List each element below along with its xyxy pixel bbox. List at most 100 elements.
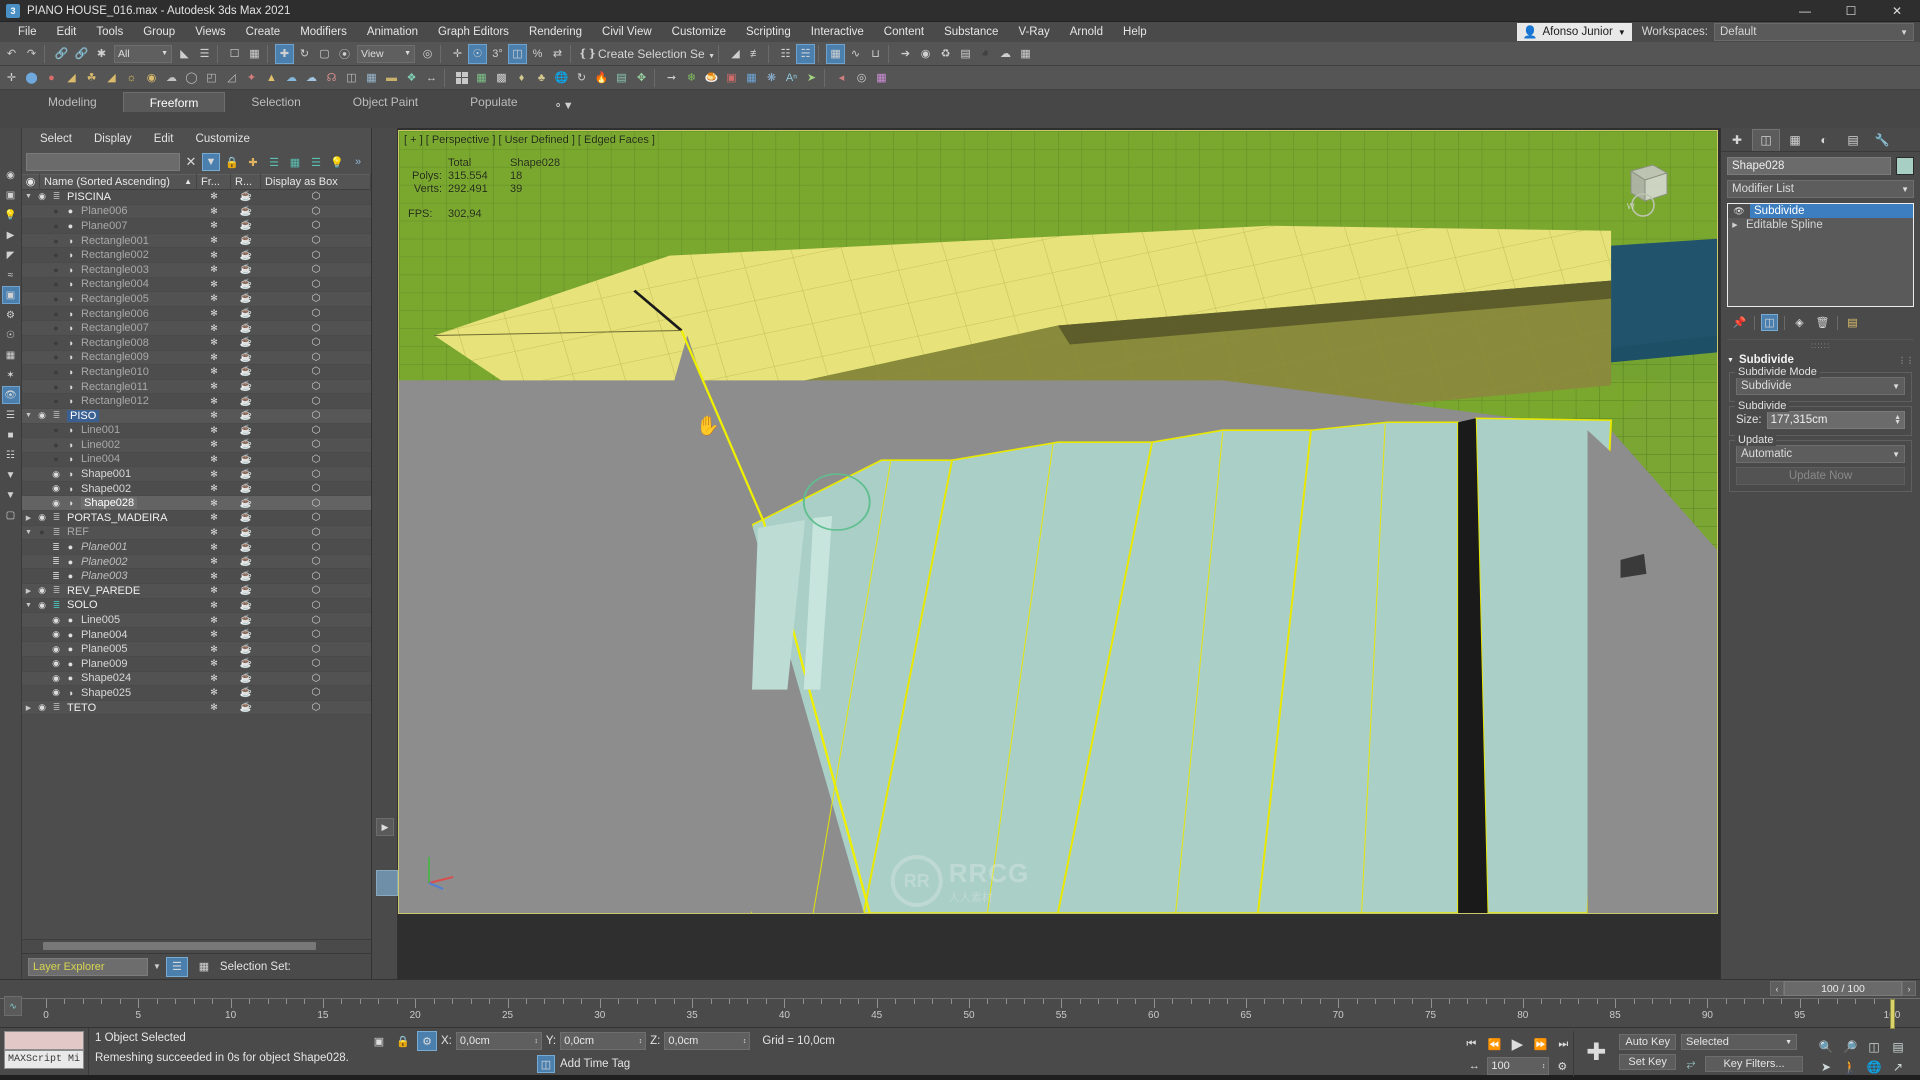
display-tab[interactable]: ▤ bbox=[1839, 129, 1867, 151]
hierarchy-icon[interactable]: ▦ bbox=[193, 957, 215, 977]
layer-explorer-icon[interactable]: ☷ bbox=[776, 44, 795, 64]
renderable-toggle-icon[interactable]: ☕ bbox=[231, 542, 261, 553]
freeze-toggle-icon[interactable]: ✻ bbox=[197, 687, 231, 698]
visibility-toggle-icon[interactable]: ◉ bbox=[35, 585, 49, 596]
display-as-box-toggle-icon[interactable]: ⬡ bbox=[261, 235, 371, 246]
renderable-toggle-icon[interactable]: ☕ bbox=[231, 585, 261, 596]
chevron-down-icon[interactable]: ▼ bbox=[153, 962, 161, 971]
explorer-object-row[interactable]: ◉ ◑ Shape025 ✻ ☕ ⬡ bbox=[22, 686, 371, 701]
time-configuration-icon[interactable]: ⚙ bbox=[1552, 1056, 1572, 1076]
list-view-icon[interactable]: ☰ bbox=[2, 406, 20, 424]
display-as-box-toggle-icon[interactable]: ⬡ bbox=[261, 352, 371, 363]
freeze-toggle-icon[interactable]: ✻ bbox=[197, 425, 231, 436]
configure-sets-icon[interactable]: ▤ bbox=[1844, 314, 1861, 331]
modifier-stack-item-subdivide[interactable]: 👁 Subdivide bbox=[1728, 204, 1913, 218]
rectangular-select-region-icon[interactable]: ☐ bbox=[225, 44, 244, 64]
renderable-toggle-icon[interactable]: ☕ bbox=[231, 381, 261, 392]
explorer-object-row[interactable]: ● ◑ Rectangle011 ✻ ☕ ⬡ bbox=[22, 379, 371, 395]
spinner-arrows-icon[interactable]: ↕ bbox=[639, 1038, 643, 1045]
display-as-box-toggle-icon[interactable]: ⬡ bbox=[261, 512, 371, 523]
curve-editor-icon[interactable]: ∿ bbox=[846, 44, 865, 64]
explorer-layer-row[interactable]: ▼ ◉ ≣ PISCINA ✻ ☕ ⬡ bbox=[22, 190, 371, 205]
vray-fog-icon[interactable]: ☁ bbox=[282, 68, 301, 88]
freeze-toggle-icon[interactable]: ✻ bbox=[197, 600, 231, 611]
visibility-toggle-icon[interactable]: ≣ bbox=[49, 556, 63, 567]
freeze-toggle-icon[interactable]: ✻ bbox=[197, 337, 231, 348]
visibility-toggle-icon[interactable]: ● bbox=[49, 323, 63, 333]
visibility-toggle-icon[interactable]: ● bbox=[49, 367, 63, 377]
renderable-toggle-icon[interactable]: ☕ bbox=[231, 264, 261, 275]
column-tool-icon[interactable]: ♦ bbox=[512, 68, 531, 88]
freeze-toggle-icon[interactable]: ✻ bbox=[197, 556, 231, 567]
leaf-tool-icon[interactable]: ❄ bbox=[682, 68, 701, 88]
walkthrough-icon[interactable]: 🚶 bbox=[1838, 1057, 1862, 1077]
explorer-object-row[interactable]: ● ◑ Rectangle001 ✻ ☕ ⬡ bbox=[22, 233, 371, 249]
select-and-move-icon[interactable]: ✚ bbox=[275, 43, 294, 64]
visibility-toggle-icon[interactable]: ● bbox=[49, 294, 63, 304]
display-as-box-toggle-icon[interactable]: ⬡ bbox=[261, 687, 371, 698]
display-as-box-toggle-icon[interactable]: ⬡ bbox=[261, 410, 371, 421]
zoom-all-icon[interactable]: 🔎 bbox=[1838, 1037, 1862, 1057]
freeze-toggle-icon[interactable]: ✻ bbox=[197, 220, 231, 231]
visibility-toggle-icon[interactable]: ◉ bbox=[49, 673, 63, 684]
particle-tool-icon[interactable]: ❋ bbox=[762, 68, 781, 88]
project-folder-icon[interactable]: ➔ bbox=[896, 44, 915, 64]
vray-ies-icon[interactable]: ◯ bbox=[182, 68, 201, 88]
chevron-down-icon[interactable]: ▼ bbox=[22, 529, 35, 536]
renderable-toggle-icon[interactable]: ☕ bbox=[231, 308, 261, 319]
target-tool-icon[interactable]: ◎ bbox=[852, 68, 871, 88]
renderable-toggle-icon[interactable]: ☕ bbox=[231, 644, 261, 655]
bottle-tool-icon[interactable]: 🍮 bbox=[702, 68, 721, 88]
ribbon-options-icon[interactable]: ⚬▼ bbox=[554, 99, 574, 112]
renderable-toggle-icon[interactable]: ☕ bbox=[231, 220, 261, 231]
display-as-box-toggle-icon[interactable]: ⬡ bbox=[261, 381, 371, 392]
explorer-object-row[interactable]: ● ◑ Rectangle004 ✻ ☕ ⬡ bbox=[22, 278, 371, 293]
explorer-object-row[interactable]: ● ● Plane006 ✻ ☕ ⬡ bbox=[22, 204, 371, 220]
open-asset-tracking-icon[interactable]: ▦ bbox=[1016, 44, 1035, 64]
grid-tool-icon[interactable] bbox=[452, 68, 471, 88]
rendered-frame-window-icon[interactable]: ▤ bbox=[956, 44, 975, 64]
use-pivot-center-icon[interactable]: ◎ bbox=[418, 44, 437, 64]
text-tool-icon[interactable]: Aⁿ bbox=[782, 68, 801, 88]
subdivide-mode-select[interactable]: Subdivide ▼ bbox=[1736, 377, 1905, 395]
user-account-button[interactable]: 👤 Afonso Junior ▼ bbox=[1516, 23, 1632, 41]
selection-lock-icon[interactable]: 🔒 bbox=[393, 1031, 413, 1051]
visibility-toggle-icon[interactable]: ● bbox=[49, 425, 63, 435]
freeze-toggle-icon[interactable]: ✻ bbox=[197, 235, 231, 246]
explorer-menu-display[interactable]: Display bbox=[84, 129, 142, 149]
filter-icon[interactable]: ▼ bbox=[2, 486, 20, 504]
renderable-toggle-icon[interactable]: ☕ bbox=[231, 337, 261, 348]
freeze-toggle-icon[interactable]: ✻ bbox=[197, 366, 231, 377]
visibility-toggle-icon[interactable]: ● bbox=[49, 309, 63, 319]
spinner-arrows-icon[interactable]: ↕ bbox=[1542, 1063, 1546, 1070]
vray-fur-icon[interactable]: ☘ bbox=[82, 68, 101, 88]
maximize-button[interactable]: ☐ bbox=[1828, 0, 1874, 22]
render-setup-icon[interactable]: ♻ bbox=[936, 44, 955, 64]
renderable-toggle-icon[interactable]: ☕ bbox=[231, 425, 261, 436]
display-as-box-toggle-icon[interactable]: ⬡ bbox=[261, 293, 371, 304]
rollout-drag-handle[interactable]: :::::: bbox=[1727, 339, 1914, 350]
key-filters-button[interactable]: Key Filters... bbox=[1705, 1056, 1803, 1072]
display-as-box-toggle-icon[interactable]: ⬡ bbox=[261, 469, 371, 480]
explorer-object-row[interactable]: ● ◑ Rectangle006 ✻ ☕ ⬡ bbox=[22, 307, 371, 322]
vray-mesh-icon[interactable]: ▦ bbox=[362, 68, 381, 88]
flame-tool-icon[interactable]: 🔥 bbox=[592, 68, 611, 88]
named-selection-sets-icon[interactable]: ❴❵ bbox=[578, 44, 597, 64]
minimize-button[interactable]: — bbox=[1782, 0, 1828, 22]
renderable-toggle-icon[interactable]: ☕ bbox=[231, 293, 261, 304]
container-filter-icon[interactable]: ▦ bbox=[2, 346, 20, 364]
explorer-object-row[interactable]: ≣ ● Plane002 ✻ ☕ ⬡ bbox=[22, 554, 371, 570]
vray-sphere-icon[interactable]: ◉ bbox=[142, 68, 161, 88]
xref-filter-icon[interactable]: ✶ bbox=[2, 366, 20, 384]
explorer-menu-select[interactable]: Select bbox=[30, 129, 82, 149]
freeze-toggle-icon[interactable]: ✻ bbox=[197, 658, 231, 669]
checker-tool-icon[interactable]: ▦ bbox=[472, 68, 491, 88]
display-as-box-toggle-icon[interactable]: ⬡ bbox=[261, 337, 371, 348]
audio-tool-icon[interactable]: ◂ bbox=[832, 68, 851, 88]
freeze-toggle-icon[interactable]: ✻ bbox=[197, 396, 231, 407]
freeze-toggle-icon[interactable]: ✻ bbox=[197, 483, 231, 494]
snaps-toggle-icon[interactable]: ✛ bbox=[448, 44, 467, 64]
bone-filter-icon[interactable]: ⚙ bbox=[2, 306, 20, 324]
vray-scene-icon[interactable]: ◫ bbox=[342, 68, 361, 88]
renderable-toggle-icon[interactable]: ☕ bbox=[231, 498, 261, 509]
